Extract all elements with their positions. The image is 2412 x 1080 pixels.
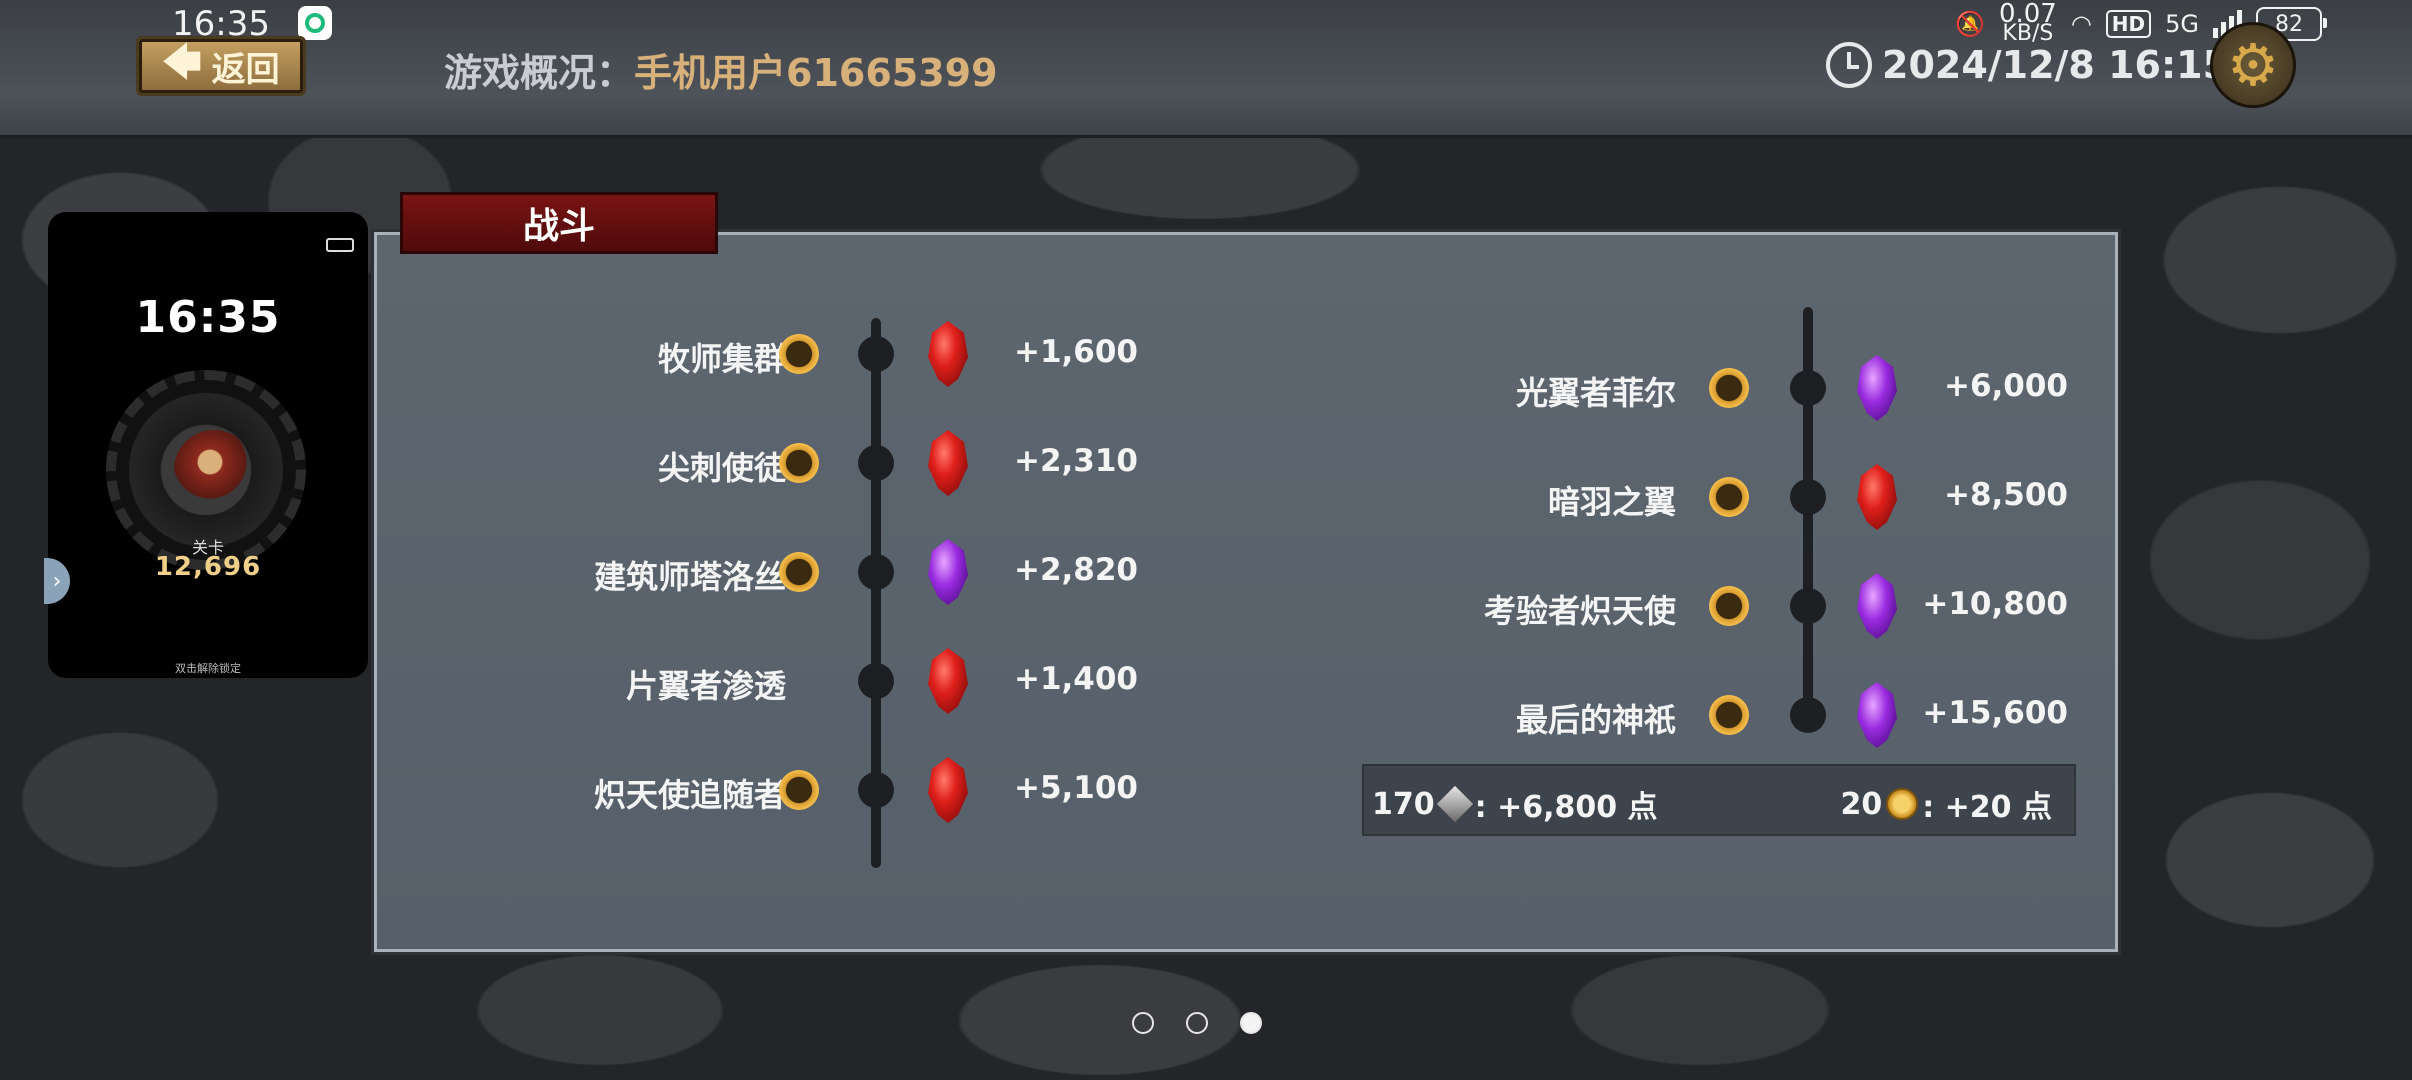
boss-name: 牧师集群 <box>657 340 786 378</box>
reward-value: +15,600 <box>1922 695 2068 731</box>
diamond-summary: 170 : +6,800 点 <box>1372 782 1658 826</box>
chevron-right-icon: › <box>52 568 62 594</box>
timeline-node <box>1790 479 1826 515</box>
boss-badge-icon <box>1709 586 1749 626</box>
page-dot-1[interactable] <box>1132 1012 1154 1034</box>
boss-badge-icon <box>779 443 819 483</box>
diamond-icon <box>1436 785 1473 823</box>
phone-stage-value: 12,696 <box>154 552 262 582</box>
boss-badge-icon <box>779 552 819 592</box>
boss-badge-icon <box>779 770 819 810</box>
reward-value: +8,500 <box>1943 477 2068 513</box>
back-label: 返回 <box>211 49 280 90</box>
reward-value: +1,400 <box>1013 661 1138 697</box>
page-indicator <box>1132 1012 1262 1034</box>
boss-name: 考验者炽天使 <box>1483 592 1676 630</box>
hd-badge: HD <box>2105 10 2152 38</box>
coin-icon <box>1886 788 1919 820</box>
character-icon <box>174 430 254 510</box>
coin-count: 20 <box>1840 786 1883 822</box>
top-bar: 16:35 🔕 0.07 KB/S ◠ HD 5G 82 🡄 返回 游戏概况：手… <box>0 0 2412 138</box>
mute-icon: 🔕 <box>1955 10 1985 38</box>
phone-lockscreen-preview[interactable]: 16:35 关卡 12,696 双击解除锁定 <box>48 212 368 678</box>
boss-badge-icon <box>1709 368 1749 408</box>
user-name: 手机用户61665399 <box>634 51 998 95</box>
boss-name: 建筑师塔洛丝 <box>593 558 786 596</box>
settings-button[interactable]: ⚙ <box>2210 22 2296 108</box>
timeline-node <box>858 663 894 699</box>
phone-battery-icon <box>326 238 354 252</box>
reward-value: +1,600 <box>1013 334 1138 370</box>
overview-label: 游戏概况： <box>444 51 635 95</box>
reward-value: +5,100 <box>1013 770 1138 806</box>
phone-unlock-hint: 双击解除锁定 <box>175 662 241 675</box>
section-tab-battle: 战斗 <box>400 192 718 254</box>
phone-time: 16:35 <box>135 292 281 343</box>
boss-badge-icon <box>1709 477 1749 517</box>
boss-badge-icon <box>779 334 819 374</box>
summary-bar: 170 : +6,800 点 20 : +20 点 <box>1362 764 2076 836</box>
diamond-points: : +6,800 点 <box>1474 790 1658 825</box>
diamond-count: 170 <box>1372 786 1435 822</box>
timeline-node <box>858 445 894 481</box>
timeline-node <box>1790 697 1826 733</box>
page-dot-3[interactable] <box>1240 1012 1262 1034</box>
boss-name: 光翼者菲尔 <box>1515 374 1676 412</box>
timeline-node <box>858 772 894 808</box>
boss-name: 尖刺使徒 <box>657 449 786 487</box>
timeline-node <box>1790 370 1826 406</box>
page-dot-2[interactable] <box>1186 1012 1208 1034</box>
coin-points: : +20 点 <box>1922 790 2052 825</box>
datetime-text: 2024/12/8 16:15 <box>1882 43 2230 87</box>
timeline-node <box>1790 588 1826 624</box>
boss-badge-icon <box>1709 695 1749 735</box>
boss-name: 片翼者渗透 <box>625 667 786 705</box>
back-button[interactable]: 🡄 返回 <box>136 36 306 96</box>
network-type: 5G <box>2165 10 2199 38</box>
clock-icon <box>1826 42 1872 88</box>
timeline-node <box>858 336 894 372</box>
timeline-node <box>858 554 894 590</box>
net-speed: 0.07 KB/S <box>1998 0 2057 46</box>
boss-name: 暗羽之翼 <box>1547 483 1676 521</box>
boss-name: 炽天使追随者 <box>593 776 786 814</box>
reward-value: +2,820 <box>1013 552 1138 588</box>
notification-app-icon <box>298 6 332 40</box>
wifi-icon: ◠ <box>2070 10 2092 38</box>
arrow-left-icon: 🡄 <box>162 39 202 84</box>
boss-name: 最后的神祇 <box>1515 701 1676 739</box>
game-overview-title: 游戏概况：手机用户61665399 <box>444 42 998 97</box>
reward-value: +2,310 <box>1013 443 1138 479</box>
gear-icon: ⚙ <box>2227 31 2279 99</box>
reward-value: +6,000 <box>1943 368 2068 404</box>
reward-value: +10,800 <box>1922 586 2068 622</box>
coin-summary: 20 : +20 点 <box>1840 782 2052 826</box>
datetime-display: 2024/12/8 16:15 <box>1826 42 2229 88</box>
